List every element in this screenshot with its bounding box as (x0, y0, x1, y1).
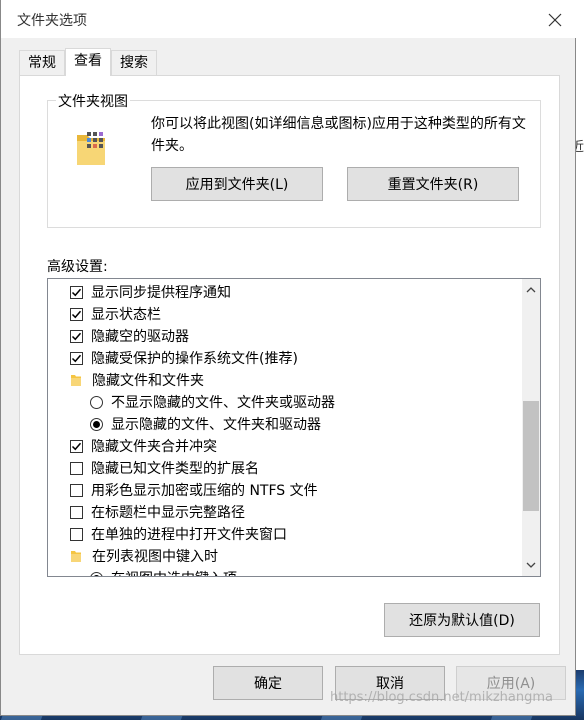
checkmark-icon (71, 442, 82, 450)
tab-search[interactable]: 搜索 (111, 50, 157, 76)
setting-row[interactable]: 隐藏空的驱动器 (48, 325, 518, 347)
folder-views-description: 你可以将此视图(如详细信息或图标)应用于这种类型的所有文件夹。 (151, 116, 526, 154)
ok-button[interactable]: 确定 (213, 666, 323, 700)
setting-checkbox[interactable] (70, 527, 83, 541)
setting-row[interactable]: 隐藏受保护的操作系统文件(推荐) (48, 347, 518, 369)
cancel-button[interactable]: 取消 (335, 666, 445, 700)
apply-to-folders-button[interactable]: 应用到文件夹(L) (151, 167, 323, 201)
tree-scrollbar[interactable] (522, 279, 540, 576)
restore-defaults-button[interactable]: 还原为默认值(D) (384, 603, 540, 637)
setting-label: 显示状态栏 (91, 307, 161, 323)
window-title: 文件夹选项 (17, 13, 87, 29)
setting-row: 隐藏文件和文件夹 (48, 369, 518, 391)
setting-row[interactable]: 显示状态栏 (48, 303, 518, 325)
setting-label: 显示隐藏的文件、文件夹和驱动器 (111, 417, 321, 433)
checkmark-icon (71, 332, 82, 340)
setting-label: 隐藏受保护的操作系统文件(推荐) (91, 351, 298, 367)
setting-row[interactable]: 显示同步提供程序通知 (48, 281, 518, 303)
folder-icon (71, 375, 81, 386)
setting-label: 在列表视图中键入时 (92, 549, 218, 565)
scroll-up-button[interactable] (522, 281, 540, 299)
scroll-down-button[interactable] (522, 556, 540, 574)
setting-checkbox[interactable] (70, 461, 83, 475)
chevron-up-icon (526, 287, 536, 293)
setting-row[interactable]: 不显示隐藏的文件、文件夹或驱动器 (48, 391, 518, 413)
folder-views-label: 文件夹视图 (56, 91, 130, 111)
close-button[interactable] (541, 6, 569, 34)
apply-button[interactable]: 应用(A) (456, 666, 566, 700)
checkmark-icon (71, 310, 82, 318)
advanced-settings-label: 高级设置: (47, 259, 108, 275)
setting-checkbox[interactable] (70, 285, 83, 299)
tab-strip: 常规 查看 搜索 (19, 48, 157, 76)
folder-options-dialog: 文件夹选项 常规 查看 搜索 文件夹视图 你可以将此视图(如详细信息或图标)应用… (0, 0, 577, 716)
setting-checkbox[interactable] (70, 351, 83, 365)
setting-label: 在单独的进程中打开文件夹窗口 (91, 527, 287, 543)
tab-general[interactable]: 常规 (19, 50, 65, 76)
reset-folders-button[interactable]: 重置文件夹(R) (347, 167, 519, 201)
setting-radio[interactable] (90, 571, 103, 576)
chevron-down-icon (526, 562, 536, 568)
folder-views-group: 文件夹视图 你可以将此视图(如详细信息或图标)应用于这种类型的所有文件夹。 应用… (47, 91, 541, 228)
setting-row[interactable]: 隐藏已知文件类型的扩展名 (48, 457, 518, 479)
setting-checkbox[interactable] (70, 439, 83, 453)
title-bar: 文件夹选项 (1, 0, 577, 38)
setting-row: 在列表视图中键入时 (48, 545, 518, 567)
setting-label: 在标题栏中显示完整路径 (91, 505, 245, 521)
setting-row[interactable]: 在视图中选中键入项 (48, 567, 518, 576)
setting-checkbox[interactable] (70, 505, 83, 519)
tab-view[interactable]: 查看 (65, 48, 111, 76)
setting-radio[interactable] (90, 417, 103, 431)
setting-row[interactable]: 用彩色显示加密或压缩的 NTFS 文件 (48, 479, 518, 501)
setting-label: 在视图中选中键入项 (111, 568, 237, 576)
folder-icon (71, 551, 81, 562)
advanced-settings-tree[interactable]: 显示同步提供程序通知 显示状态栏隐藏空的驱动器隐藏受保护的操作系统文件(推荐) 隐藏… (47, 278, 541, 577)
setting-label: 显示同步提供程序通知 (91, 285, 231, 301)
setting-label: 隐藏文件夹合并冲突 (91, 439, 217, 455)
view-tab-panel: 文件夹视图 你可以将此视图(如详细信息或图标)应用于这种类型的所有文件夹。 应用… (19, 75, 560, 655)
setting-row[interactable]: 隐藏文件夹合并冲突 (48, 435, 518, 457)
setting-row[interactable]: 显示隐藏的文件、文件夹和驱动器 (48, 413, 518, 435)
setting-radio[interactable] (90, 395, 103, 409)
setting-label: 隐藏已知文件类型的扩展名 (91, 461, 259, 477)
scroll-thumb[interactable] (523, 401, 539, 511)
setting-label: 隐藏空的驱动器 (91, 329, 189, 345)
close-icon (548, 13, 562, 27)
setting-label: 用彩色显示加密或压缩的 NTFS 文件 (91, 483, 318, 499)
setting-row[interactable]: 在标题栏中显示完整路径 (48, 501, 518, 523)
folder-view-icon (77, 132, 105, 165)
setting-checkbox[interactable] (70, 483, 83, 497)
setting-checkbox[interactable] (70, 307, 83, 321)
setting-label: 不显示隐藏的文件、文件夹或驱动器 (111, 395, 335, 411)
setting-row[interactable]: 在单独的进程中打开文件夹窗口 (48, 523, 518, 545)
checkmark-icon (71, 288, 82, 296)
setting-checkbox[interactable] (70, 329, 83, 343)
setting-label: 隐藏文件和文件夹 (92, 373, 204, 389)
checkmark-icon (71, 354, 82, 362)
